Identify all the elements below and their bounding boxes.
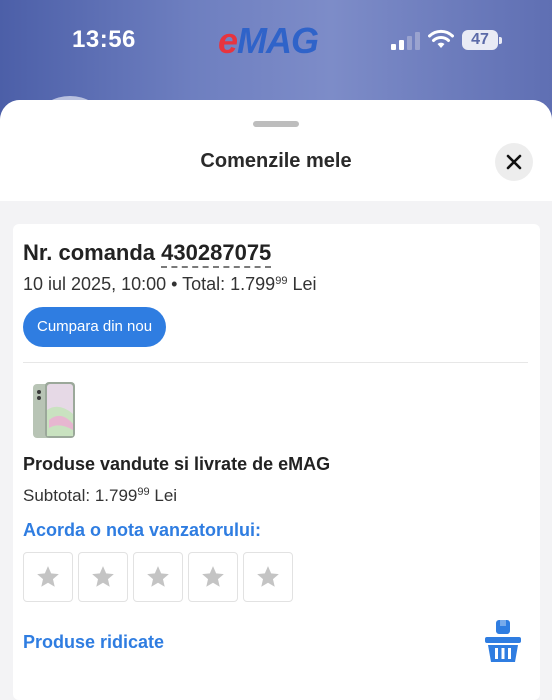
subtotal-value: Subtotal: 1.799	[23, 486, 138, 505]
sheet-header: Comenzile mele	[0, 100, 552, 201]
subtotal-decimals: 99	[137, 486, 150, 498]
product-thumbnail[interactable]	[31, 380, 77, 440]
battery-tip	[499, 37, 502, 44]
order-number[interactable]: 430287075	[161, 240, 272, 268]
products-picked-up-label[interactable]: Produse ridicate	[23, 632, 164, 653]
order-card: Nr. comanda 430287075 10 iul 2025, 10:00…	[13, 224, 540, 700]
star-2-button[interactable]	[78, 552, 128, 602]
order-total: Total: 1.799	[182, 274, 276, 294]
star-icon	[257, 566, 279, 587]
seller-title: Produse vandute si livrate de eMAG	[23, 454, 331, 474]
sheet-title: Comenzile mele	[200, 150, 352, 172]
star-icon	[202, 566, 224, 587]
star-1-button[interactable]	[23, 552, 73, 602]
order-title: Nr. comanda 430287075	[23, 240, 272, 268]
star-4-button[interactable]	[188, 552, 238, 602]
rating-stars	[23, 552, 293, 602]
order-label: Nr. comanda	[23, 240, 156, 265]
meta-separator: •	[171, 274, 183, 294]
battery-icon: 47	[462, 30, 498, 50]
status-time: 13:56	[72, 26, 136, 53]
subtotal: Subtotal: 1.79999 Lei	[23, 486, 177, 506]
star-icon	[147, 566, 169, 587]
orders-sheet: Comenzile mele Nr. comanda 430287075 10 …	[0, 100, 552, 700]
order-meta: 10 iul 2025, 10:00 • Total: 1.79999 Lei	[23, 274, 317, 295]
order-date: 10 iul 2025, 10:00	[23, 274, 167, 294]
close-icon	[506, 154, 522, 170]
star-icon	[37, 566, 59, 587]
star-icon	[92, 566, 114, 587]
close-button[interactable]	[495, 143, 533, 181]
emag-logo: eMAG	[218, 20, 319, 61]
subtotal-currency: Lei	[154, 486, 178, 505]
divider	[23, 362, 528, 363]
wifi-icon	[428, 29, 454, 48]
sheet-grabber[interactable]	[253, 121, 299, 127]
order-total-decimals: 99	[275, 275, 288, 287]
buy-again-button[interactable]: Cumpara din nou	[23, 307, 167, 347]
star-3-button[interactable]	[133, 552, 183, 602]
basket-icon[interactable]	[485, 620, 521, 662]
status-bar: 13:56 eMAG 47	[0, 0, 552, 84]
signal-icon	[391, 32, 420, 50]
order-currency: Lei	[292, 274, 317, 294]
rate-seller-label: Acorda o nota vanzatorului:	[23, 520, 262, 540]
star-5-button[interactable]	[243, 552, 293, 602]
